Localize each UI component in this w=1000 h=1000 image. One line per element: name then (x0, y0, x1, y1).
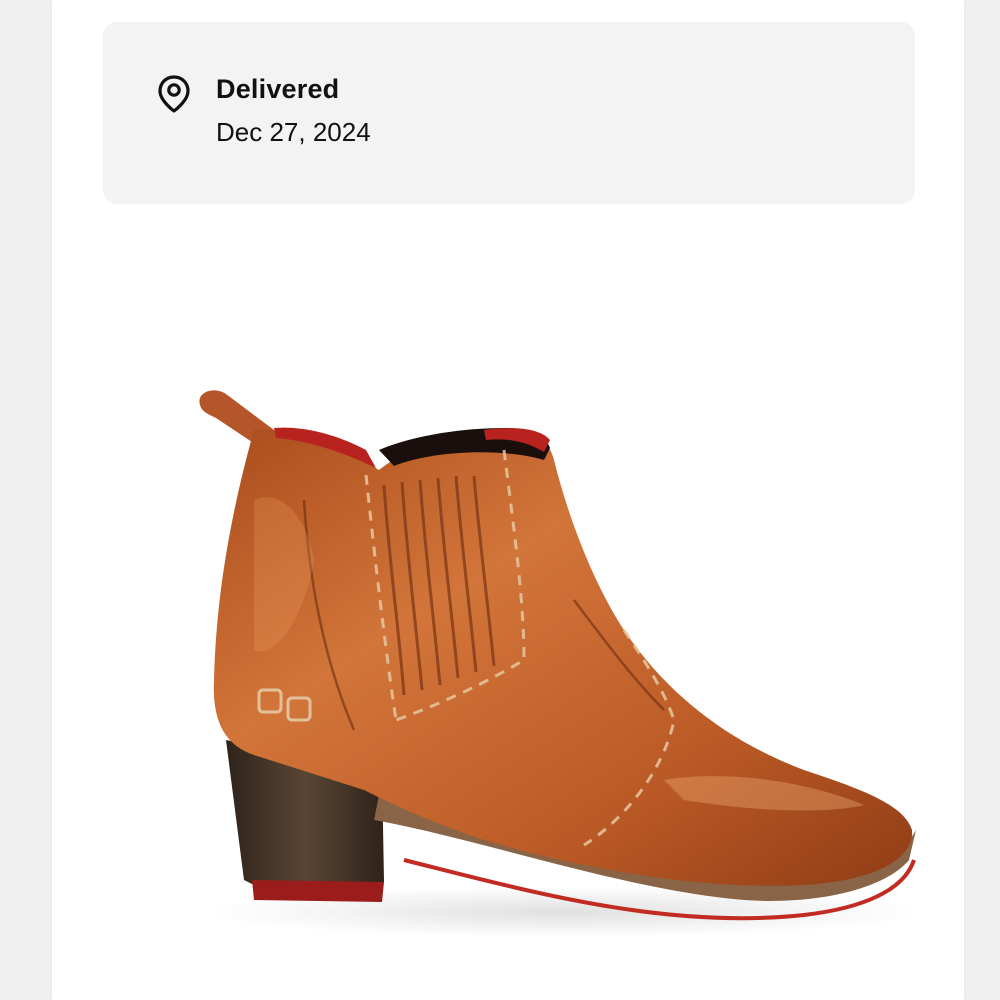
delivery-date: Dec 27, 2024 (216, 117, 371, 147)
delivery-status-label: Delivered (216, 74, 340, 104)
delivery-status-card[interactable]: Delivered Dec 27, 2024 (103, 22, 915, 204)
location-pin-icon (157, 74, 191, 114)
product-photo[interactable] (104, 300, 924, 960)
order-detail-page: Delivered Dec 27, 2024 (52, 0, 964, 1000)
ankle-boot-illustration (199, 390, 924, 938)
